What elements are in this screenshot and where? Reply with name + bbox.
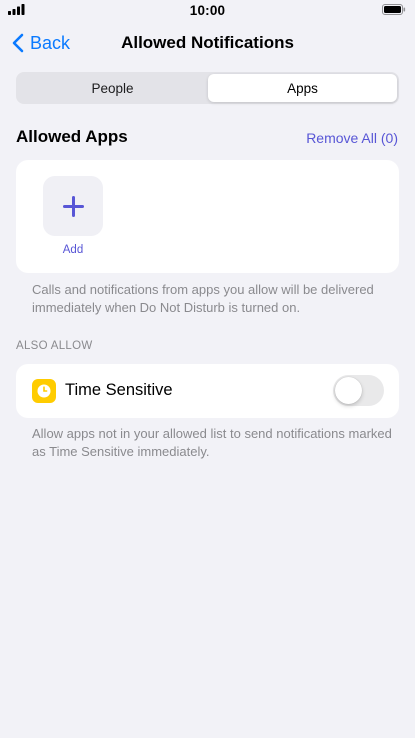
also-allow-header: ALSO ALLOW <box>16 340 93 352</box>
add-app-button[interactable] <box>43 176 103 236</box>
remove-all-button[interactable]: Remove All (0) <box>306 130 398 146</box>
battery-icon <box>382 4 406 15</box>
time-sensitive-toggle[interactable] <box>333 375 384 406</box>
clock-icon <box>32 379 56 403</box>
allowed-apps-card: Add <box>16 160 399 273</box>
navigation-bar: Back Allowed Notifications <box>0 22 415 62</box>
allowed-apps-footnote: Calls and notifications from apps you al… <box>32 282 374 315</box>
time-sensitive-label: Time Sensitive <box>65 381 173 399</box>
segment-apps[interactable]: Apps <box>208 74 397 102</box>
segment-people[interactable]: People <box>18 74 207 102</box>
segmented-control: People Apps <box>16 72 399 104</box>
add-label[interactable]: Add <box>43 244 103 256</box>
page-title: Allowed Notifications <box>121 33 294 52</box>
toggle-knob <box>335 377 362 404</box>
status-time: 10:00 <box>189 3 226 18</box>
clock-glyph-icon <box>37 384 51 398</box>
time-sensitive-row: Time Sensitive <box>16 364 399 418</box>
time-sensitive-footnote: Allow apps not in your allowed list to s… <box>32 426 392 459</box>
allowed-apps-title: Allowed Apps <box>16 127 128 146</box>
status-bar: 10:00 <box>0 0 415 22</box>
